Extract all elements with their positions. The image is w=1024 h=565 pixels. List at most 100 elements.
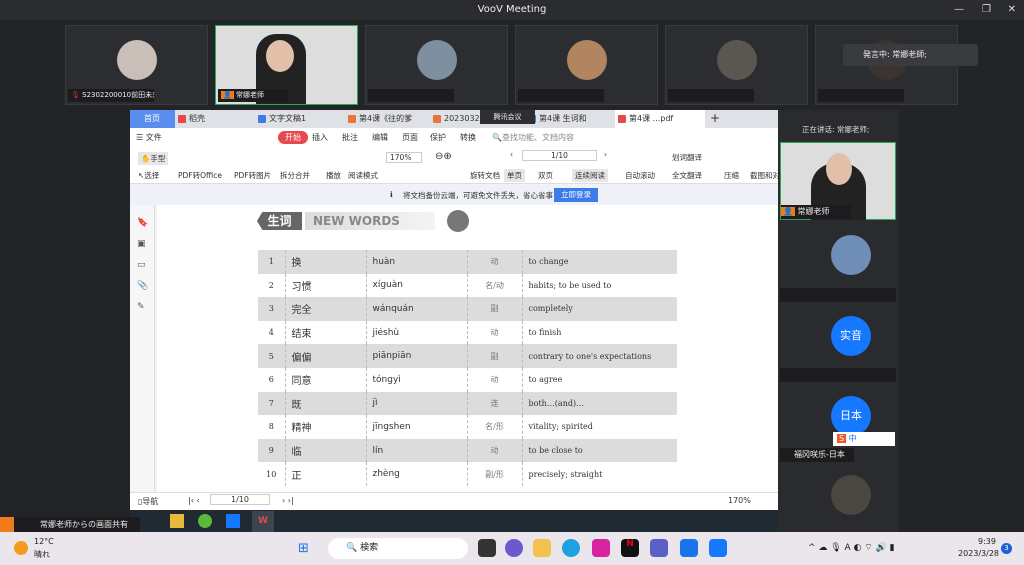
continuous-read-button[interactable]: 连续阅读 [572, 169, 608, 182]
pdf-to-image-button[interactable]: PDF转图片 [234, 170, 271, 181]
word-number: 6 [268, 375, 274, 385]
edge-icon[interactable] [562, 539, 580, 557]
word-meaning: habits; to be used to [521, 273, 677, 298]
word-number: 5 [258, 344, 285, 368]
vocab-row: 10 正 zhèng 副/形 precisely; straight [258, 462, 677, 486]
select-tool[interactable]: ↖选择 [138, 170, 159, 181]
prev-page-button[interactable]: ‹ [510, 150, 513, 159]
word-hanzi: 换 [284, 250, 366, 274]
pdf-to-office-button[interactable]: PDF转Office [178, 170, 222, 181]
search-box[interactable]: 🔍 検索 [328, 538, 468, 559]
restore-button[interactable]: ❐ [982, 0, 991, 20]
ribbon: ✋手型 ↖选择 PDF转Office PDF转图片 拆分合并 播放 阅读模式 1… [130, 148, 788, 184]
double-page-button[interactable]: 双页 [538, 170, 553, 181]
participant-tile[interactable] [515, 25, 658, 105]
participant-tile[interactable]: 🎙 S2302200010前田未来 [65, 25, 208, 105]
search-input[interactable]: 🔍查找功能、文档内容 [492, 132, 574, 143]
word-pinyin: jiéshù [365, 320, 467, 345]
word-hanzi: 结束 [284, 320, 366, 345]
participant-bar[interactable] [780, 368, 896, 382]
taskview-icon[interactable] [478, 539, 496, 557]
instagram-icon[interactable] [592, 539, 610, 557]
participant-tile[interactable] [665, 25, 808, 105]
signature-icon[interactable]: ✎ [137, 297, 154, 318]
reading-mode-button[interactable]: 阅读模式 [348, 170, 378, 181]
tab-ppt[interactable]: 20230321 [430, 110, 485, 128]
word-pinyin: huàn [365, 250, 467, 274]
tab-docer[interactable]: 稻壳 [175, 110, 250, 128]
word-translate-button[interactable]: 划词翻译 [672, 152, 702, 163]
minimize-button[interactable]: — [954, 0, 964, 20]
status-zoom[interactable]: 170% [728, 496, 751, 505]
menu-insert[interactable]: 插入 [312, 132, 328, 143]
close-button[interactable]: ✕ [1008, 0, 1016, 20]
word-pinyin: jīngshen [365, 415, 467, 439]
participant-name: 常娜老师 [235, 91, 264, 99]
word-pos: 名/形 [466, 415, 522, 439]
start-icon[interactable]: ⊞ [298, 541, 309, 556]
tab-pdf-active[interactable]: 第4课 ...pdf [615, 110, 705, 128]
netflix-icon[interactable]: N [621, 539, 639, 557]
word-meaning: to finish [521, 320, 677, 345]
page-input[interactable]: 1/10 [522, 150, 597, 161]
auto-scroll-button[interactable]: 自动滚动 [625, 170, 655, 181]
participant-name [368, 89, 454, 102]
menu-page[interactable]: 页面 [402, 132, 418, 143]
host-video[interactable]: 👤 常娜老师 [780, 142, 896, 220]
word-number: 10 [266, 469, 277, 479]
host-icon [0, 517, 14, 532]
screen-share-label: 常娜老师からの画面共有 [0, 517, 140, 532]
word-pos: 动 [466, 438, 522, 463]
vocab-row: 8 精神 jīngshen 名/形 vitality; spirited [258, 415, 677, 439]
tab-doc[interactable]: 文字文稿1 [255, 110, 340, 128]
menu-edit[interactable]: 编辑 [372, 132, 388, 143]
first-prev-icon[interactable]: |‹ ‹ [188, 496, 200, 505]
login-button[interactable]: 立即登录 [554, 188, 598, 202]
teams-icon[interactable] [650, 539, 668, 557]
tab-home[interactable]: 首页 [130, 110, 175, 128]
menu-protect[interactable]: 保护 [430, 132, 446, 143]
info-icon: ℹ [390, 190, 393, 199]
full-translate-button[interactable]: 全文翻译 [672, 170, 702, 181]
word-pos: 连 [466, 391, 522, 416]
clock-time[interactable]: 9:39 [978, 537, 996, 546]
tray-icons[interactable]: ^ ☁ 🎙 A ◐ ⌔ 🔊 ▮ [808, 542, 895, 553]
single-page-button[interactable]: 单页 [504, 169, 525, 182]
attachment-icon[interactable]: 📎 [137, 276, 154, 297]
participant-tile-host[interactable]: 👤 常娜老师 [215, 25, 358, 105]
explorer-icon[interactable] [533, 539, 551, 557]
split-merge-button[interactable]: 拆分合并 [280, 170, 310, 181]
hand-tool[interactable]: ✋手型 [138, 152, 169, 165]
menu-comment[interactable]: 批注 [342, 132, 358, 143]
next-last-icon[interactable]: › ›| [282, 496, 294, 505]
tab-doc[interactable]: 第4课 生词和 [525, 110, 595, 128]
word-hanzi: 既 [284, 391, 366, 416]
app-icon[interactable] [680, 539, 698, 557]
zoom-in-out-icon[interactable]: ⊖⊕ [435, 151, 452, 162]
participant-name[interactable]: 福冈咲乐-日本 [780, 448, 854, 462]
word-pos: 名/动 [466, 273, 522, 298]
status-page-input[interactable]: 1/10 [210, 494, 270, 505]
comment-icon[interactable]: ▭ [137, 255, 154, 276]
menu-home[interactable]: 开始 [278, 131, 308, 144]
next-page-button[interactable]: › [604, 150, 607, 159]
nav-toggle[interactable]: ▯导航 [138, 496, 158, 507]
word-meaning: to be close to [521, 438, 677, 463]
menu-file[interactable]: ☰ 文件 [136, 132, 162, 143]
participant-bar[interactable] [780, 288, 896, 302]
chat-icon[interactable] [505, 539, 523, 557]
vocab-row: 5 偏偏 piānpiān 副 contrary to one's expectatio… [258, 344, 677, 368]
play-button[interactable]: 播放 [326, 170, 341, 181]
new-tab-button[interactable]: + [710, 111, 720, 125]
participant-tile[interactable] [365, 25, 508, 105]
notification-badge[interactable]: 3 [1001, 543, 1012, 554]
voov-icon[interactable] [709, 539, 727, 557]
menu-convert[interactable]: 转换 [460, 132, 476, 143]
thumbnail-icon[interactable]: ▣ [137, 234, 154, 255]
clock-date[interactable]: 2023/3/28 [958, 549, 999, 558]
rotate-doc-button[interactable]: 旋转文档 [470, 170, 500, 181]
bookmark-icon[interactable]: 🔖 [137, 213, 154, 234]
compress-button[interactable]: 压缩 [724, 170, 739, 181]
zoom-select[interactable]: 170% [386, 152, 423, 163]
tab-ppt[interactable]: 第4课《往的爹 [345, 110, 425, 128]
